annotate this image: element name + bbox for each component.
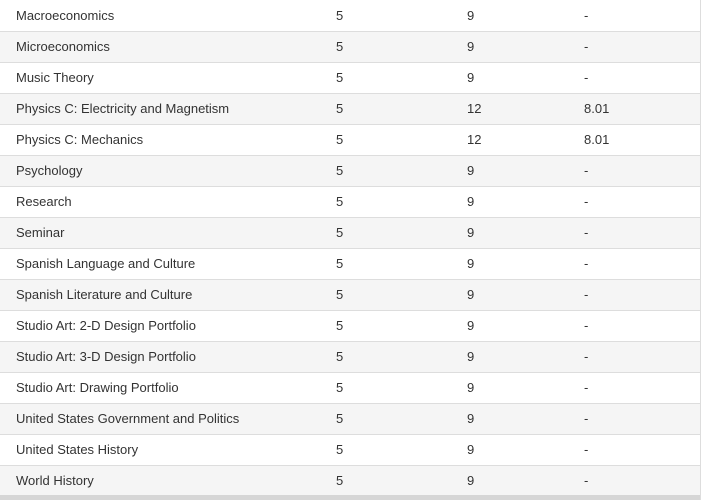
units-cell: 9 — [465, 217, 582, 249]
equivalent-cell: 8.01 — [582, 93, 700, 125]
score-cell: 5 — [334, 0, 465, 32]
equivalent-cell: - — [582, 372, 700, 404]
equivalent-cell: - — [582, 62, 700, 94]
table-row: United States History 5 9- — [0, 434, 700, 466]
course-name-cell: Psychology — [0, 155, 334, 187]
equivalent-cell: 8.01 — [582, 124, 700, 156]
units-cell: 12 — [465, 124, 582, 156]
table-row: Microeconomics 5 9- — [0, 31, 700, 63]
table-row: Studio Art: 2-D Design Portfolio 5 9- — [0, 310, 700, 342]
course-name-cell: Macroeconomics — [0, 0, 334, 32]
units-cell: 9 — [465, 155, 582, 187]
score-cell: 5 — [334, 434, 465, 466]
units-cell: 9 — [465, 465, 582, 497]
table-row: Psychology 5 9- — [0, 155, 700, 187]
score-cell: 5 — [334, 372, 465, 404]
units-cell: 9 — [465, 0, 582, 32]
table-row: Seminar 5 9- — [0, 217, 700, 249]
units-cell: 9 — [465, 248, 582, 280]
table-row: Studio Art: Drawing Portfolio 5 9- — [0, 372, 700, 404]
score-cell: 5 — [334, 31, 465, 63]
score-cell: 5 — [334, 62, 465, 94]
table-bottom-border — [0, 495, 700, 500]
units-cell: 9 — [465, 434, 582, 466]
course-name-cell: Studio Art: 2-D Design Portfolio — [0, 310, 334, 342]
units-cell: 9 — [465, 403, 582, 435]
ap-credit-table: Macroeconomics 5 9- Microeconomics 5 9- Music … — [0, 0, 700, 497]
equivalent-cell: - — [582, 186, 700, 218]
table-row: Physics C: Mechanics 5 12 8.01 — [0, 124, 700, 156]
units-cell: 9 — [465, 62, 582, 94]
equivalent-cell: - — [582, 155, 700, 187]
score-cell: 5 — [334, 186, 465, 218]
units-cell: 9 — [465, 310, 582, 342]
equivalent-cell: - — [582, 434, 700, 466]
units-cell: 9 — [465, 372, 582, 404]
ap-credit-table-container: Macroeconomics 5 9- Microeconomics 5 9- Music … — [0, 0, 701, 500]
course-name-cell: Physics C: Electricity and Magnetism — [0, 93, 334, 125]
table-row: Spanish Literature and Culture 5 9- — [0, 279, 700, 311]
equivalent-cell: - — [582, 465, 700, 497]
course-name-cell: United States Government and Politics — [0, 403, 334, 435]
course-name-cell: World History — [0, 465, 334, 497]
table-row: Macroeconomics 5 9- — [0, 0, 700, 32]
table-body: Macroeconomics 5 9- Microeconomics 5 9- Music … — [0, 0, 700, 497]
score-cell: 5 — [334, 341, 465, 373]
course-name-cell: Studio Art: Drawing Portfolio — [0, 372, 334, 404]
units-cell: 9 — [465, 279, 582, 311]
score-cell: 5 — [334, 465, 465, 497]
score-cell: 5 — [334, 124, 465, 156]
score-cell: 5 — [334, 248, 465, 280]
units-cell: 9 — [465, 341, 582, 373]
equivalent-cell: - — [582, 217, 700, 249]
score-cell: 5 — [334, 93, 465, 125]
table-row: United States Government and Politics 5 9- — [0, 403, 700, 435]
score-cell: 5 — [334, 403, 465, 435]
equivalent-cell: - — [582, 31, 700, 63]
course-name-cell: Spanish Language and Culture — [0, 248, 334, 280]
equivalent-cell: - — [582, 403, 700, 435]
table-row: Studio Art: 3-D Design Portfolio 5 9- — [0, 341, 700, 373]
course-name-cell: Seminar — [0, 217, 334, 249]
equivalent-cell: - — [582, 341, 700, 373]
course-name-cell: United States History — [0, 434, 334, 466]
equivalent-cell: - — [582, 279, 700, 311]
table-row: Physics C: Electricity and Magnetism 5 12 8… — [0, 93, 700, 125]
course-name-cell: Physics C: Mechanics — [0, 124, 334, 156]
course-name-cell: Spanish Literature and Culture — [0, 279, 334, 311]
units-cell: 12 — [465, 93, 582, 125]
score-cell: 5 — [334, 217, 465, 249]
table-row: World History 5 9- — [0, 465, 700, 497]
units-cell: 9 — [465, 31, 582, 63]
table-row: Spanish Language and Culture 5 9- — [0, 248, 700, 280]
table-row: Music Theory 5 9- — [0, 62, 700, 94]
course-name-cell: Studio Art: 3-D Design Portfolio — [0, 341, 334, 373]
units-cell: 9 — [465, 186, 582, 218]
score-cell: 5 — [334, 310, 465, 342]
table-row: Research 5 9- — [0, 186, 700, 218]
score-cell: 5 — [334, 155, 465, 187]
score-cell: 5 — [334, 279, 465, 311]
course-name-cell: Research — [0, 186, 334, 218]
equivalent-cell: - — [582, 310, 700, 342]
course-name-cell: Music Theory — [0, 62, 334, 94]
equivalent-cell: - — [582, 248, 700, 280]
equivalent-cell: - — [582, 0, 700, 32]
course-name-cell: Microeconomics — [0, 31, 334, 63]
